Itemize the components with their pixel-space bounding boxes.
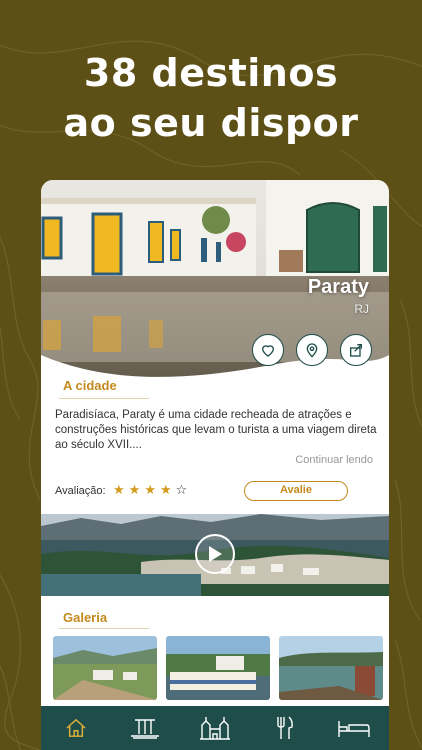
city-name: Paraty	[307, 276, 369, 298]
rating-stars: ★ ★ ★ ★ ☆	[113, 482, 187, 498]
tab-food[interactable]	[265, 711, 305, 745]
church-icon	[199, 717, 230, 740]
headline-line2: ao seu dispor	[63, 101, 359, 145]
tab-lodging[interactable]	[334, 711, 374, 745]
state-code: RJ	[354, 302, 369, 316]
bottom-tab-bar	[41, 706, 389, 750]
about-divider	[59, 398, 149, 399]
headline-line1: 38 destinos	[83, 51, 339, 95]
bed-icon	[338, 721, 370, 737]
favorite-button[interactable]	[252, 334, 284, 366]
city-description: Paradisíaca, Paraty é uma cidade rechead…	[55, 409, 377, 451]
read-more-link[interactable]: Continuar lendo	[295, 454, 373, 466]
play-icon	[209, 546, 222, 562]
tab-home[interactable]	[56, 711, 96, 745]
play-button[interactable]	[195, 534, 235, 574]
share-icon	[350, 344, 362, 357]
star-empty-icon: ☆	[175, 482, 188, 497]
tab-nature[interactable]	[125, 711, 165, 745]
headline: 38 destinos ao seu dispor	[0, 48, 422, 148]
star-filled-icon: ★	[144, 482, 156, 497]
share-button[interactable]	[340, 334, 372, 366]
about-section-title: A cidade	[63, 378, 117, 393]
heart-icon	[261, 345, 275, 357]
gallery-photo-3[interactable]	[279, 636, 383, 700]
location-pin-icon	[306, 343, 318, 358]
gallery-photo-1[interactable]	[53, 636, 157, 700]
phone-screen: Paraty RJ A cidade Paradisíaca, Paraty é…	[41, 180, 389, 750]
star-filled-icon: ★	[159, 482, 172, 497]
waterfall-icon	[131, 719, 160, 739]
gallery-photo-2[interactable]	[166, 636, 270, 700]
gallery-section-title: Galeria	[63, 610, 108, 625]
rate-button[interactable]: Avalie	[244, 481, 348, 501]
rating-label: Avaliação:	[55, 485, 106, 497]
home-icon	[66, 718, 86, 737]
star-filled-icon: ★	[128, 482, 141, 497]
tab-culture[interactable]	[195, 711, 235, 745]
gallery-divider	[59, 628, 149, 629]
star-filled-icon: ★	[113, 482, 125, 497]
map-button[interactable]	[296, 334, 328, 366]
restaurant-icon	[276, 716, 293, 739]
